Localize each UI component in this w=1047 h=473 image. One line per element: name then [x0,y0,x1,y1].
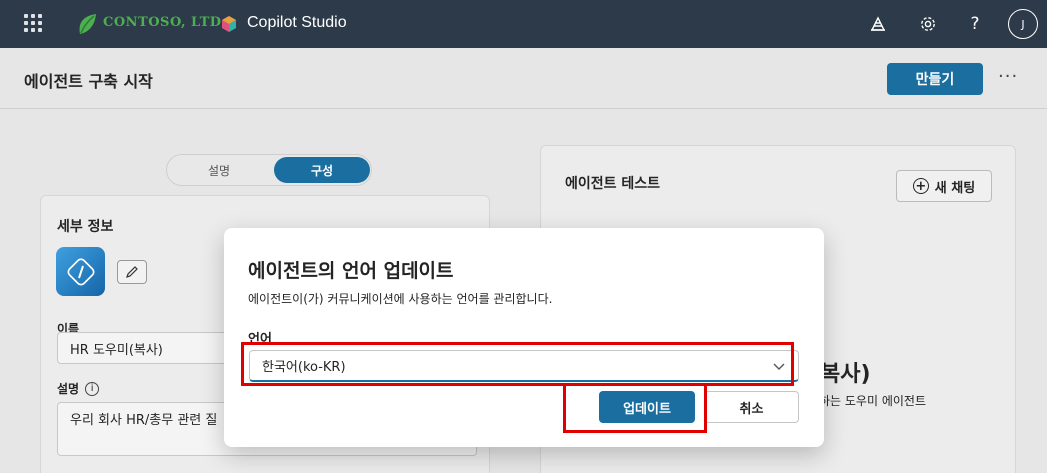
more-options-icon[interactable]: ··· [998,66,1018,87]
copilot-studio-icon [222,16,236,32]
language-dropdown[interactable]: 한국어(ko-KR) [249,350,799,382]
agent-subtitle: 하는 도우미 에이전트 [819,394,926,408]
dialog-title: 에이전트의 언어 업데이트 [248,260,454,282]
edit-icon-button[interactable] [117,260,147,284]
agent-heading: 복사) [820,362,871,387]
chevron-down-icon [773,363,785,370]
avatar[interactable]: J [1008,9,1038,39]
app-name[interactable]: Copilot Studio [247,14,347,32]
add-circle-icon: + [912,178,929,194]
description-label-text: 설명 [57,382,80,396]
help-icon[interactable]: ? [965,14,985,34]
brand-name: CONTOSO, LTD. [103,15,227,30]
new-chat-label: 새 채팅 [934,180,976,196]
page-header: 에이전트 구축 시작 만들기 ··· [0,48,1047,109]
settings-icon[interactable] [918,14,938,34]
test-panel-title: 에이전트 테스트 [565,176,661,192]
pencil-icon [126,266,138,278]
update-button[interactable]: 업데이트 [599,391,695,423]
details-title: 세부 정보 [57,219,114,235]
new-chat-button[interactable]: + 새 채팅 [896,170,992,202]
language-label: 언어 [248,332,272,347]
tab-describe[interactable]: 설명 [171,157,267,183]
cancel-button[interactable]: 취소 [704,391,799,423]
update-language-dialog: 에이전트의 언어 업데이트 에이전트이(가) 커뮤니케이션에 사용하는 언어를 … [224,228,824,447]
description-label: 설명 i [57,380,100,397]
dialog-description: 에이전트이(가) 커뮤니케이션에 사용하는 언어를 관리합니다. [248,292,553,306]
create-button[interactable]: 만들기 [887,63,983,95]
contoso-leaf-icon [79,14,96,34]
waffle-icon[interactable] [24,14,42,32]
top-nav-bar: CONTOSO, LTD. Copilot Studio ? J [0,0,1047,48]
tab-configure[interactable]: 구성 [274,157,370,183]
info-icon[interactable]: i [85,381,100,396]
agent-icon [56,247,105,296]
page-title: 에이전트 구축 시작 [24,72,153,91]
language-value: 한국어(ko-KR) [262,360,346,375]
mode-tabs: 설명 구성 [166,154,372,186]
environment-icon[interactable] [868,14,888,34]
